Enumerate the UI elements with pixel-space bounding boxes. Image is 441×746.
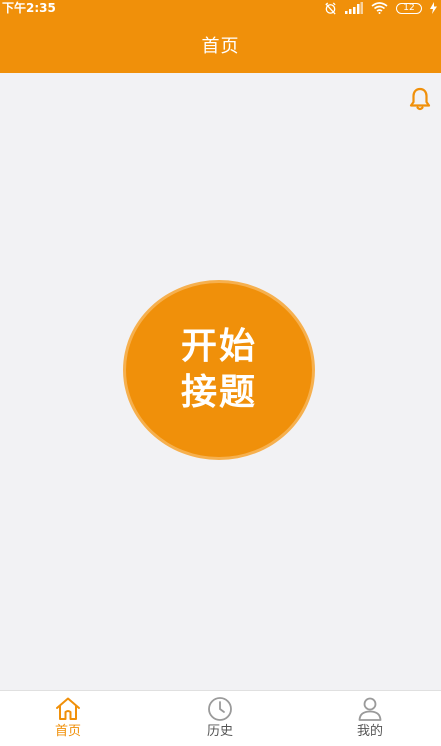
- tab-home-label: 首页: [54, 724, 81, 739]
- tab-history[interactable]: 历史: [175, 695, 265, 745]
- home-icon: [56, 697, 80, 720]
- bottom-tab-bar: 首页 历史 我的: [0, 690, 441, 746]
- page-title: 首页: [201, 36, 240, 57]
- battery-level: 12: [403, 2, 415, 13]
- start-button-line1: 开始: [180, 326, 257, 367]
- top-bar: 下午2:35 12 首页: [0, 0, 441, 73]
- status-time: 下午2:35: [2, 1, 56, 15]
- user-icon: [358, 697, 382, 721]
- status-icons: 12: [324, 1, 437, 15]
- status-bar: 下午2:35 12: [0, 0, 441, 16]
- tab-history-label: 历史: [206, 724, 233, 739]
- wifi-icon: [371, 2, 388, 14]
- clock-icon: [208, 697, 232, 721]
- app-screen: 下午2:35 12 首页 开始 接题 首页 历史 我的: [0, 0, 441, 746]
- tab-mine-label: 我的: [356, 724, 383, 739]
- tab-mine[interactable]: 我的: [325, 695, 415, 745]
- alarm-off-icon: [325, 1, 336, 15]
- signal-icon: [345, 2, 363, 14]
- charging-icon: [430, 2, 437, 14]
- tab-home[interactable]: 首页: [23, 695, 113, 745]
- battery-icon: 12: [396, 2, 422, 14]
- start-button-line2: 接题: [180, 372, 257, 413]
- bell-icon[interactable]: [407, 86, 433, 112]
- start-answer-button[interactable]: 开始 接题: [123, 280, 315, 460]
